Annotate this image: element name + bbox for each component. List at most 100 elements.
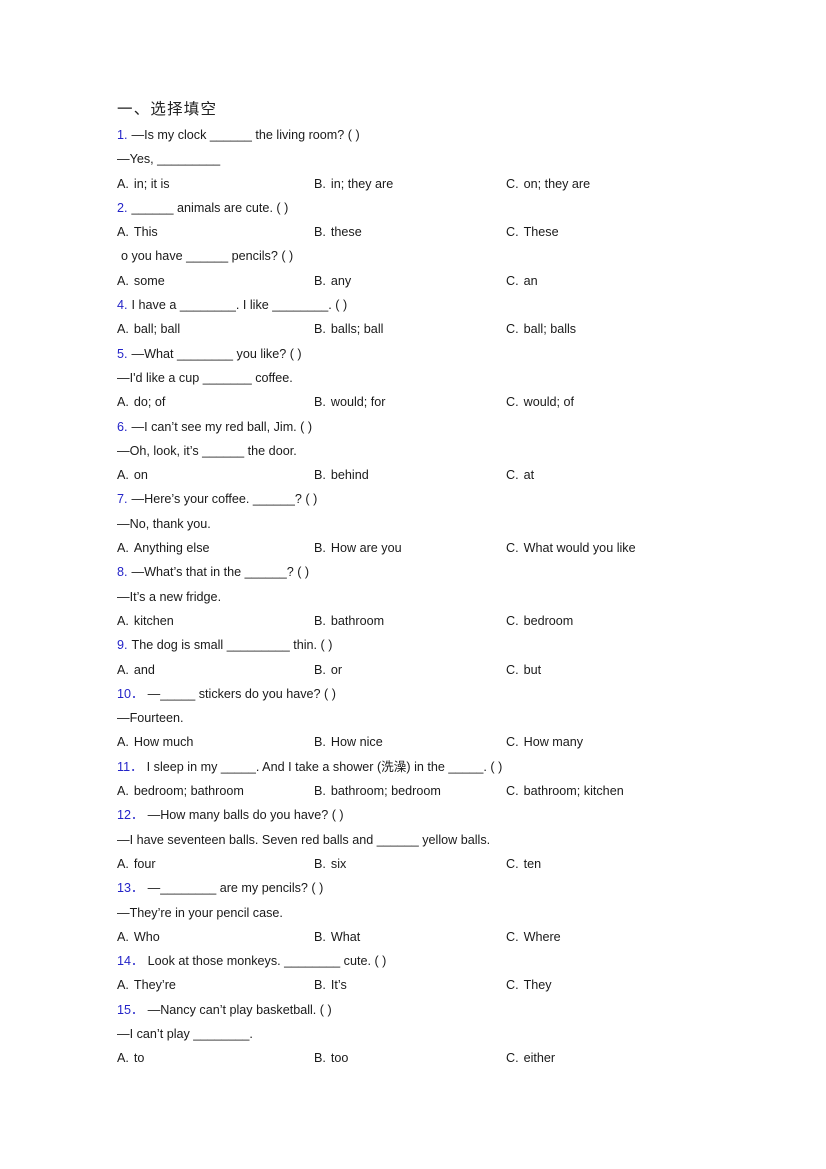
option-choice[interactable]: A. four bbox=[117, 852, 314, 876]
option-choice[interactable]: A. to bbox=[117, 1046, 314, 1070]
option-label: C. bbox=[506, 735, 519, 750]
option-choice[interactable]: C. What would you like bbox=[506, 536, 730, 560]
option-choice[interactable]: A. They’re bbox=[117, 973, 314, 997]
option-choice[interactable]: A. Who bbox=[117, 925, 314, 949]
option-row: A. four B. six C. ten bbox=[117, 852, 730, 876]
option-row: A. They’re B. It’s C. They bbox=[117, 973, 730, 997]
option-choice[interactable]: B. or bbox=[314, 658, 506, 682]
option-text: and bbox=[133, 662, 155, 677]
option-choice[interactable]: A. ball; ball bbox=[117, 317, 314, 341]
option-choice[interactable]: C. These bbox=[506, 220, 730, 244]
option-text: Who bbox=[133, 929, 160, 944]
page-title: 一、选择填空 bbox=[117, 100, 218, 118]
option-choice[interactable]: A. on bbox=[117, 463, 314, 487]
option-choice[interactable]: C. ten bbox=[506, 852, 730, 876]
question-stem: 4. I have a ________. I like ________. ( … bbox=[117, 293, 730, 317]
option-text: six bbox=[330, 856, 347, 871]
option-text: behind bbox=[330, 468, 369, 483]
option-row: A. some B. any C. an bbox=[117, 269, 730, 293]
option-label: C. bbox=[506, 395, 519, 410]
option-choice[interactable]: C. bedroom bbox=[506, 609, 730, 633]
option-choice[interactable]: C. at bbox=[506, 463, 730, 487]
option-choice[interactable]: B. in; they are bbox=[314, 172, 506, 196]
option-choice[interactable]: A. do; of bbox=[117, 390, 314, 414]
option-choice[interactable]: C. They bbox=[506, 973, 730, 997]
option-choice[interactable]: B. What bbox=[314, 925, 506, 949]
question-text: —What ________ you like? ( ) bbox=[131, 346, 302, 361]
option-label: A. bbox=[117, 929, 129, 944]
option-text: This bbox=[133, 225, 158, 240]
option-choice[interactable]: A. in; it is bbox=[117, 172, 314, 196]
question-text: —_____ stickers do you have? ( ) bbox=[147, 686, 336, 701]
option-choice[interactable]: A. bedroom; bathroom bbox=[117, 779, 314, 803]
option-text: What bbox=[330, 929, 361, 944]
option-choice[interactable]: B. How are you bbox=[314, 536, 506, 560]
option-choice[interactable]: B. balls; ball bbox=[314, 317, 506, 341]
option-choice[interactable]: C. How many bbox=[506, 730, 730, 754]
question-stem: o you have ______ pencils? ( ) bbox=[117, 244, 730, 268]
option-choice[interactable]: A. some bbox=[117, 269, 314, 293]
question-text: ______ animals are cute. ( ) bbox=[131, 200, 289, 215]
option-choice[interactable]: A. This bbox=[117, 220, 314, 244]
question-continuation-line: —No, thank you. bbox=[117, 516, 211, 531]
question-block: 5. —What ________ you like? ( ) —I'd like … bbox=[117, 342, 730, 415]
option-label: B. bbox=[314, 613, 326, 628]
option-text: would; of bbox=[523, 395, 574, 410]
option-choice[interactable]: B. any bbox=[314, 269, 506, 293]
option-choice[interactable]: B. would; for bbox=[314, 390, 506, 414]
option-label: C. bbox=[506, 273, 519, 288]
question-stem: 11． I sleep in my _____. And I take a sho… bbox=[117, 755, 730, 779]
option-label: A. bbox=[117, 662, 129, 677]
option-choice[interactable]: C. but bbox=[506, 658, 730, 682]
question-stem: 1. —Is my clock ______ the living room? (… bbox=[117, 123, 730, 147]
option-label: A. bbox=[117, 225, 129, 240]
option-choice[interactable]: B. these bbox=[314, 220, 506, 244]
option-choice[interactable]: A. and bbox=[117, 658, 314, 682]
option-choice[interactable]: C. an bbox=[506, 269, 730, 293]
question-number: 8. bbox=[117, 565, 128, 580]
option-choice[interactable]: B. How nice bbox=[314, 730, 506, 754]
question-stem: 13． —________ are my pencils? ( ) bbox=[117, 876, 730, 900]
option-choice[interactable]: C. Where bbox=[506, 925, 730, 949]
question-text: The dog is small _________ thin. ( ) bbox=[131, 638, 333, 653]
option-label: A. bbox=[117, 322, 129, 337]
option-choice[interactable]: C. on; they are bbox=[506, 172, 730, 196]
option-choice[interactable]: B. It’s bbox=[314, 973, 506, 997]
option-choice[interactable]: B. six bbox=[314, 852, 506, 876]
option-label: C. bbox=[506, 176, 519, 191]
question-block: 9. The dog is small _________ thin. ( ) A.… bbox=[117, 633, 730, 682]
option-row: A. on B. behind C. at bbox=[117, 463, 730, 487]
question-stem: 5. —What ________ you like? ( ) bbox=[117, 342, 730, 366]
question-text: —________ are my pencils? ( ) bbox=[147, 881, 324, 896]
question-text: o you have ______ pencils? ( ) bbox=[121, 249, 294, 264]
option-text: on bbox=[133, 468, 148, 483]
question-block: 14． Look at those monkeys. ________ cute.… bbox=[117, 949, 730, 998]
option-choice[interactable]: A. How much bbox=[117, 730, 314, 754]
option-label: A. bbox=[117, 978, 129, 993]
option-choice[interactable]: C. bathroom; kitchen bbox=[506, 779, 730, 803]
option-text: four bbox=[133, 856, 156, 871]
option-choice[interactable]: B. bathroom bbox=[314, 609, 506, 633]
question-stem: 12． —How many balls do you have? ( ) bbox=[117, 803, 730, 827]
option-text: but bbox=[523, 662, 542, 677]
option-row: A. Anything else B. How are you C. What would… bbox=[117, 536, 730, 560]
option-choice[interactable]: B. too bbox=[314, 1046, 506, 1070]
option-label: A. bbox=[117, 541, 129, 556]
option-choice[interactable]: A. kitchen bbox=[117, 609, 314, 633]
option-choice[interactable]: B. behind bbox=[314, 463, 506, 487]
option-choice[interactable]: A. Anything else bbox=[117, 536, 314, 560]
option-text: These bbox=[523, 225, 559, 240]
question-continuation-line: —It’s a new fridge. bbox=[117, 589, 222, 604]
option-text: in; it is bbox=[133, 176, 170, 191]
option-label: C. bbox=[506, 322, 519, 337]
option-text: bedroom bbox=[523, 613, 574, 628]
option-choice[interactable]: B. bathroom; bedroom bbox=[314, 779, 506, 803]
option-text: to bbox=[133, 1051, 145, 1066]
question-number: 1. bbox=[117, 128, 128, 142]
option-choice[interactable]: C. would; of bbox=[506, 390, 730, 414]
option-choice[interactable]: C. either bbox=[506, 1046, 730, 1070]
question-block: 10． —_____ stickers do you have? ( ) —Four… bbox=[117, 682, 730, 755]
option-choice[interactable]: C. ball; balls bbox=[506, 317, 730, 341]
option-label: B. bbox=[314, 856, 326, 871]
question-continuation-line: —They’re in your pencil case. bbox=[117, 905, 283, 920]
